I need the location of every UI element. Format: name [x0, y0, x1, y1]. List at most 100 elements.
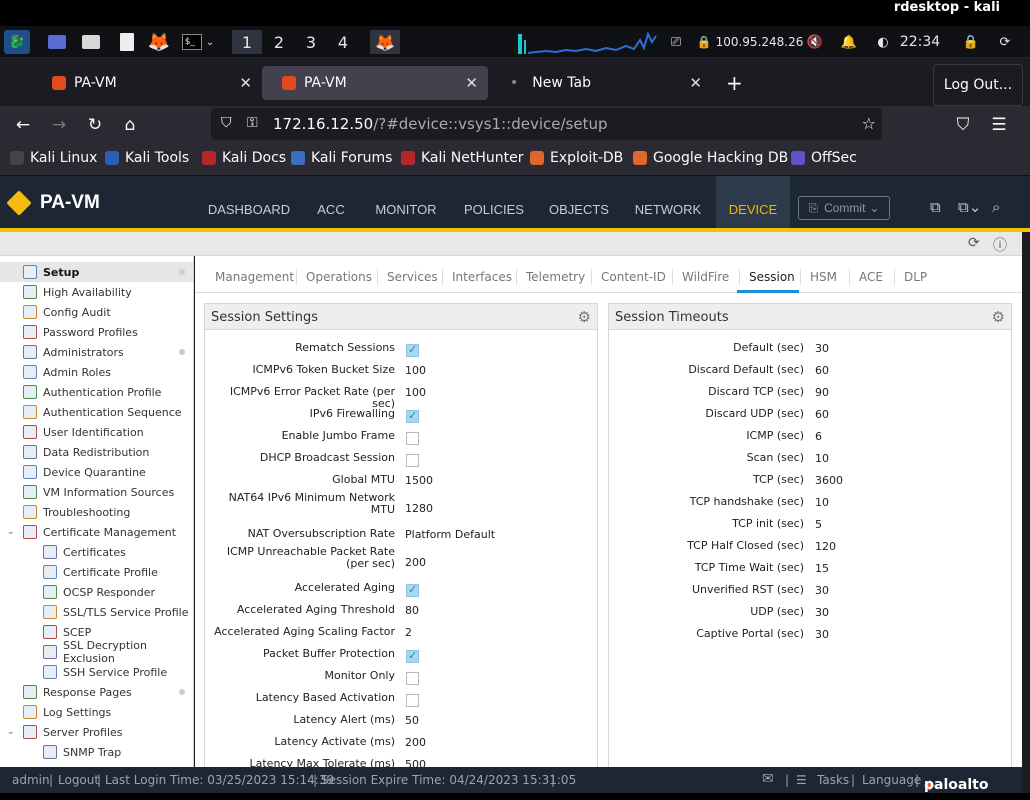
menu-icon[interactable]: ☰ — [985, 112, 1013, 138]
language-link[interactable]: Language — [862, 773, 921, 787]
tab-device[interactable]: DEVICE — [716, 176, 790, 228]
sidebar-item-snmp-trap[interactable]: SNMP Trap — [0, 742, 193, 762]
subtab-hsm[interactable]: HSM — [810, 270, 837, 284]
gear-icon[interactable]: ⚙ — [578, 308, 591, 326]
tab-dashboard[interactable]: DASHBOARD — [204, 176, 294, 228]
setting-checkbox[interactable] — [406, 409, 419, 423]
bookmark-kali-tools[interactable]: Kali Tools — [105, 150, 189, 166]
logout-link[interactable]: Logout — [58, 773, 99, 787]
setting-checkbox[interactable] — [406, 343, 419, 357]
sidebar-item-ocsp-responder[interactable]: OCSP Responder — [0, 582, 193, 602]
bookmark-google-hacking-db[interactable]: Google Hacking DB — [633, 150, 788, 166]
files-icon[interactable] — [80, 30, 102, 54]
sidebar-item-certificates[interactable]: Certificates — [0, 542, 193, 562]
kali-menu-icon[interactable]: 🐉 — [4, 30, 30, 54]
forward-icon[interactable]: → — [45, 112, 73, 138]
sidebar-item-vm-information-sources[interactable]: VM Information Sources — [0, 482, 193, 502]
refresh-icon[interactable]: ⟳ — [968, 235, 980, 251]
tab-objects[interactable]: OBJECTS — [544, 176, 614, 228]
desktop-icon[interactable] — [46, 30, 68, 54]
workspace-4[interactable]: 4 — [328, 30, 358, 54]
lock-config-icon[interactable]: ⧉ — [930, 198, 941, 216]
mute-icon[interactable]: 🔇 — [804, 30, 826, 54]
firefox-window-icon[interactable]: 🦊 — [370, 30, 400, 54]
logout-icon[interactable]: ⟳ — [994, 30, 1016, 54]
browser-tab-3[interactable]: • New Tab ✕ — [490, 66, 712, 100]
sidebar-item-ssl-tls-service-profile[interactable]: SSL/TLS Service Profile — [0, 602, 193, 622]
mail-icon[interactable]: ✉ — [762, 771, 774, 787]
browser-tab-2[interactable]: PA-VM ✕ — [262, 66, 488, 100]
help-icon[interactable]: ⓘ — [993, 235, 1007, 255]
page-info-icon[interactable]: ⚿ — [247, 115, 258, 131]
close-tab-icon[interactable]: ✕ — [465, 74, 478, 92]
subtab-management[interactable]: Management — [215, 270, 294, 284]
tasks-icon[interactable]: ☰ — [796, 773, 807, 787]
sidebar-item-setup[interactable]: Setup — [0, 262, 193, 282]
subtab-telemetry[interactable]: Telemetry — [526, 270, 585, 284]
workspace-1[interactable]: 1 — [232, 30, 262, 54]
subtab-operations[interactable]: Operations — [306, 270, 372, 284]
bookmark-exploit-db[interactable]: Exploit-DB — [530, 150, 623, 166]
bell-icon[interactable]: 🔔 — [838, 30, 860, 54]
sidebar-item-certificate-management[interactable]: ⌄ Certificate Management — [0, 522, 193, 542]
config-menu-icon[interactable]: ⧉⌄ — [958, 198, 981, 216]
sidebar-item-user-identification[interactable]: User Identification — [0, 422, 193, 442]
sidebar-item-certificate-profile[interactable]: Certificate Profile — [0, 562, 193, 582]
sidebar-item-authentication-sequence[interactable]: Authentication Sequence — [0, 402, 193, 422]
chevron-down-icon[interactable]: ⌄ — [7, 527, 15, 537]
new-tab-button[interactable]: + — [712, 66, 752, 100]
bookmark-offsec[interactable]: OffSec — [791, 150, 857, 166]
setting-checkbox[interactable] — [406, 649, 419, 663]
setting-checkbox[interactable] — [406, 583, 419, 597]
browser-tab-1[interactable]: PA-VM ✕ — [32, 66, 262, 100]
workspace-3[interactable]: 3 — [296, 30, 326, 54]
tasks-link[interactable]: Tasks — [817, 773, 849, 787]
url-bar[interactable]: ⛉ ⚿ 172.16.12.50/?#device::vsys1::device… — [211, 108, 882, 140]
subtab-session[interactable]: Session — [749, 270, 795, 284]
tab-acc[interactable]: ACC — [308, 176, 354, 228]
back-icon[interactable]: ← — [9, 112, 37, 138]
setting-checkbox[interactable] — [406, 432, 419, 445]
sidebar-item-server-profiles[interactable]: ⌄ Server Profiles — [0, 722, 193, 742]
home-icon[interactable]: ⌂ — [116, 112, 144, 138]
sidebar-item-ssh-service-profile[interactable]: SSH Service Profile — [0, 662, 193, 682]
bookmark-star-icon[interactable]: ☆ — [862, 114, 876, 133]
tab-policies[interactable]: POLICIES — [458, 176, 530, 228]
setting-checkbox[interactable] — [406, 454, 419, 467]
sidebar-item-admin-roles[interactable]: Admin Roles — [0, 362, 193, 382]
tab-network[interactable]: NETWORK — [628, 176, 708, 228]
chevron-down-icon[interactable]: ⌄ — [7, 727, 15, 737]
bookmark-kali-forums[interactable]: Kali Forums — [291, 150, 392, 166]
clock[interactable]: 22:34 — [898, 30, 942, 54]
terminal-icon[interactable]: $_ ⌄ — [178, 30, 218, 54]
bookmark-kali-nethunter[interactable]: Kali NetHunter — [401, 150, 523, 166]
sidebar-item-high-availability[interactable]: High Availability — [0, 282, 193, 302]
workspace-2[interactable]: 2 — [264, 30, 294, 54]
sidebar-item-authentication-profile[interactable]: Authentication Profile — [0, 382, 193, 402]
reload-icon[interactable]: ↻ — [81, 112, 109, 138]
sidebar-item-password-profiles[interactable]: Password Profiles — [0, 322, 193, 342]
display-icon[interactable]: ⎚ — [666, 30, 686, 54]
subtab-dlp[interactable]: DLP — [904, 270, 927, 284]
bookmark-kali-linux[interactable]: Kali Linux — [10, 150, 97, 166]
commit-button[interactable]: ⎘ Commit ⌄ — [798, 196, 890, 220]
close-tab-icon[interactable]: ✕ — [689, 74, 702, 92]
sidebar-item-ssl-decryption-exclusion[interactable]: SSL Decryption Exclusion — [0, 639, 193, 665]
lock-screen-icon[interactable]: 🔒 — [960, 30, 982, 54]
bookmark-kali-docs[interactable]: Kali Docs — [202, 150, 286, 166]
shield-icon[interactable]: ⛉ — [221, 115, 232, 131]
firefox-icon[interactable]: 🦊 — [148, 30, 170, 54]
sidebar-item-administrators[interactable]: Administrators — [0, 342, 193, 362]
subtab-ace[interactable]: ACE — [859, 270, 883, 284]
gear-icon[interactable]: ⚙ — [992, 308, 1005, 326]
close-tab-icon[interactable]: ✕ — [239, 74, 252, 92]
sidebar-item-troubleshooting[interactable]: Troubleshooting — [0, 502, 193, 522]
setting-checkbox[interactable] — [406, 694, 419, 707]
sidebar-item-response-pages[interactable]: Response Pages — [0, 682, 193, 702]
subtab-services[interactable]: Services — [387, 270, 438, 284]
subtab-content-id[interactable]: Content-ID — [601, 270, 666, 284]
setting-checkbox[interactable] — [406, 672, 419, 685]
sidebar-item-data-redistribution[interactable]: Data Redistribution — [0, 442, 193, 462]
sidebar-item-device-quarantine[interactable]: Device Quarantine — [0, 462, 193, 482]
text-editor-icon[interactable] — [116, 30, 138, 54]
